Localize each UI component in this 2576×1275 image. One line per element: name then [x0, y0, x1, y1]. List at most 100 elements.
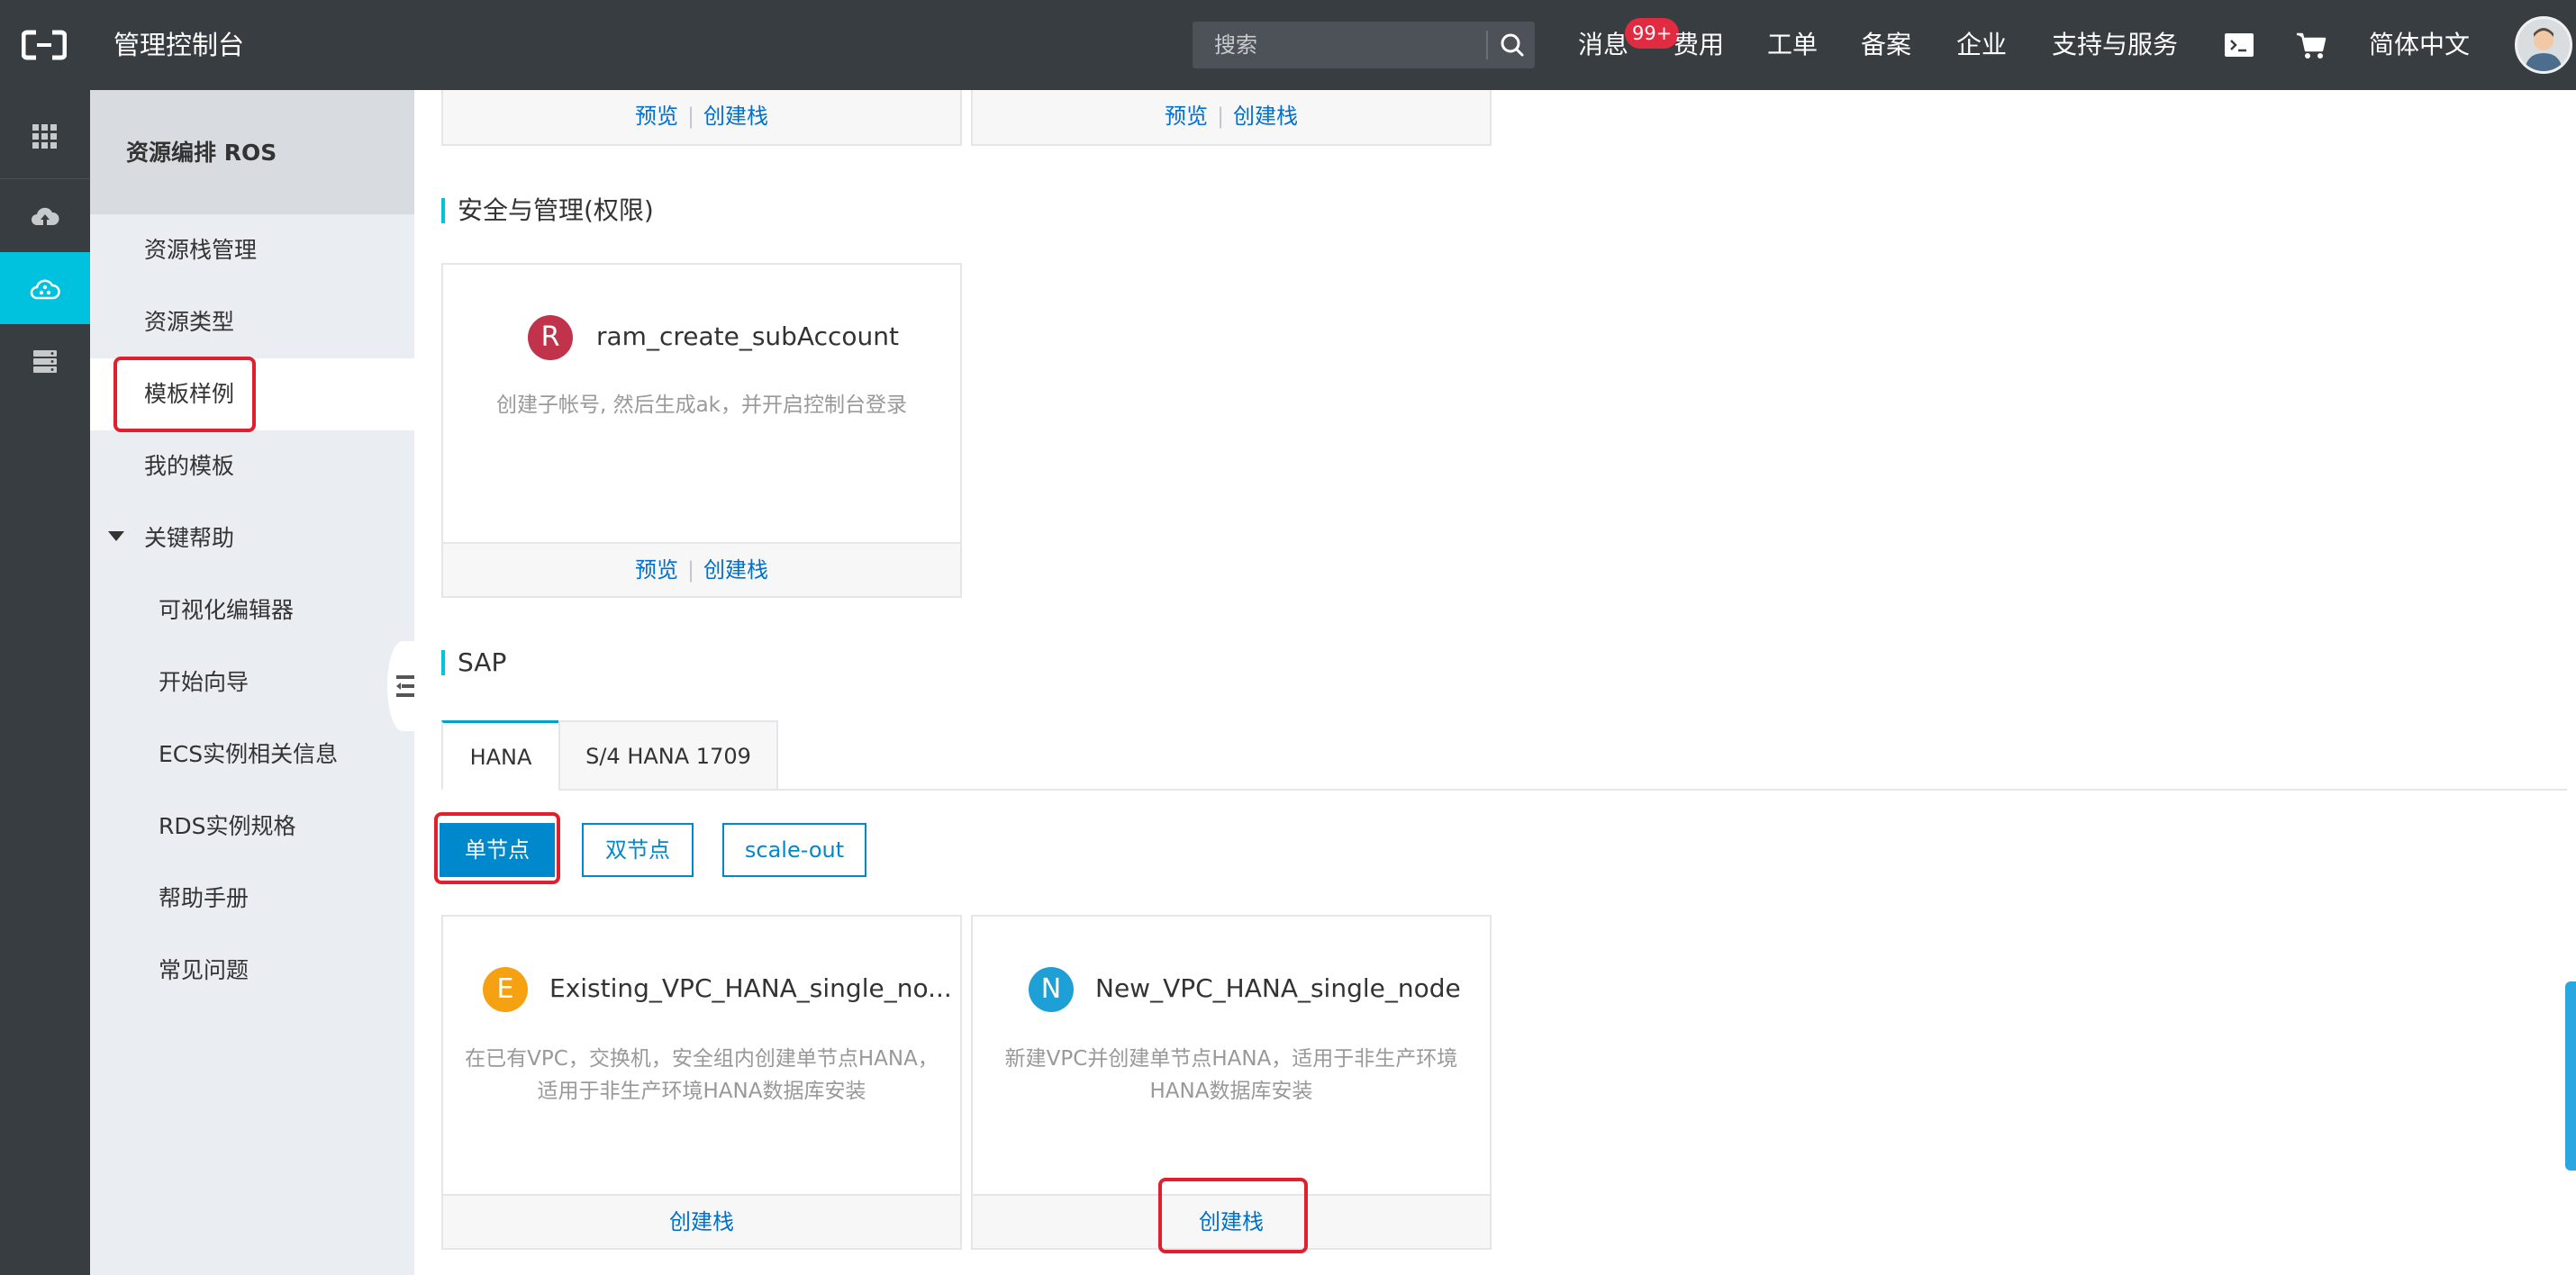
template-card[interactable]: N New_VPC_HANA_single_node 新建VPC并创建单节点HA… [971, 915, 1492, 1250]
template-title: Existing_VPC_HANA_single_no... [549, 973, 952, 1003]
search-button[interactable] [1490, 22, 1535, 68]
sidebar-item-label: 常见问题 [159, 957, 249, 983]
template-card-partial: 预览 | 创建栈 [971, 90, 1492, 146]
grid-icon [32, 124, 57, 149]
template-description-line: 新建VPC并创建单节点HANA，适用于非生产环境 [1004, 1047, 1458, 1071]
template-description: 在已有VPC，交换机，安全组内创建单节点HANA， 适用于非生产环境HANA数据… [452, 1043, 951, 1108]
template-card[interactable]: E Existing_VPC_HANA_single_no... 在已有VPC，… [441, 915, 962, 1250]
aliyun-logo-icon[interactable] [22, 27, 67, 63]
collapse-menu-icon [396, 675, 414, 697]
search-box [1193, 22, 1535, 68]
rail-cloud-upload[interactable] [0, 180, 90, 252]
link-divider: | [686, 557, 695, 583]
sidebar-item-template-samples[interactable]: 模板样例 [90, 358, 414, 430]
sidebar-item-visual-editor[interactable]: 可视化编辑器 [90, 574, 414, 647]
sidebar-item-resource-types[interactable]: 资源类型 [90, 286, 414, 358]
preview-link[interactable]: 预览 [635, 104, 678, 129]
cloud-upload-icon [32, 207, 59, 225]
sidebar-item-label: 可视化编辑器 [159, 597, 295, 623]
sidebar-item-label: 资源栈管理 [144, 237, 258, 263]
cloud-shell-button[interactable] [2221, 27, 2257, 63]
template-title: ram_create_subAccount [596, 321, 899, 351]
template-description-line: 在已有VPC，交换机，安全组内创建单节点HANA， [465, 1047, 939, 1071]
sidebar: 资源编排 ROS 资源栈管理 资源类型 模板样例 我的模板 关键帮助 可视化编辑… [90, 90, 414, 1275]
card-footer: 创建栈 [973, 1194, 1490, 1248]
product-rail [0, 90, 90, 1275]
sidebar-item-getting-started[interactable]: 开始向导 [90, 647, 414, 719]
card-footer: 预览 | 创建栈 [973, 90, 1490, 144]
user-avatar[interactable] [2515, 16, 2572, 74]
cart-button[interactable] [2293, 27, 2329, 63]
template-card-partial: 预览 | 创建栈 [441, 90, 962, 146]
search-divider [1486, 31, 1488, 59]
card-footer: 创建栈 [443, 1194, 960, 1248]
sidebar-item-stack-management[interactable]: 资源栈管理 [90, 214, 414, 286]
rail-ros[interactable] [0, 252, 90, 324]
nav-billing[interactable]: 费用 [1673, 25, 1724, 65]
preview-link[interactable]: 预览 [1165, 104, 1208, 129]
top-bar: 管理控制台 消息 99+ 费用 工单 备案 企业 支持与服务 简体中文 [0, 0, 2576, 90]
nav-support[interactable]: 支持与服务 [2052, 25, 2178, 65]
cart-icon [2297, 32, 2327, 59]
floating-feedback-tab[interactable] [2565, 981, 2576, 1171]
nav-enterprise[interactable]: 企业 [1956, 25, 2007, 65]
server-stack-icon [33, 350, 57, 373]
tab-s4-hana-1709[interactable]: S/4 HANA 1709 [558, 720, 778, 791]
nav-messages[interactable]: 消息 [1578, 25, 1628, 65]
link-divider: | [686, 104, 695, 129]
console-title[interactable]: 管理控制台 [113, 25, 244, 65]
sidebar-item-rds-specs[interactable]: RDS实例规格 [90, 791, 414, 863]
create-stack-link[interactable]: 创建栈 [703, 557, 768, 583]
template-card[interactable]: R ram_create_subAccount 创建子帐号, 然后生成ak，并开… [441, 263, 962, 598]
section-title-sap: SAP [441, 647, 506, 679]
sidebar-item-label: 帮助手册 [159, 885, 249, 911]
sidebar-item-my-templates[interactable]: 我的模板 [90, 430, 414, 502]
filter-scale-out-button[interactable]: scale-out [722, 823, 866, 877]
template-letter-avatar: E [483, 967, 528, 1012]
messages-badge: 99+ [1625, 18, 1680, 49]
rail-database[interactable] [0, 324, 90, 396]
sidebar-item-label: ECS实例相关信息 [159, 741, 339, 767]
template-title: New_VPC_HANA_single_node [1095, 973, 1461, 1003]
create-stack-link[interactable]: 创建栈 [1233, 104, 1298, 129]
sidebar-collapse-handle[interactable] [387, 641, 418, 731]
caret-down-icon [108, 531, 124, 541]
cloud-ros-icon [30, 279, 60, 300]
sidebar-item-help-manual[interactable]: 帮助手册 [90, 863, 414, 935]
sidebar-title: 资源编排 ROS [126, 140, 277, 166]
card-footer: 预览 | 创建栈 [443, 542, 960, 596]
template-description-line: HANA数据库安装 [1149, 1080, 1313, 1103]
template-description: 创建子帐号, 然后生成ak，并开启控制台登录 [495, 393, 908, 417]
sidebar-item-label: RDS实例规格 [159, 813, 296, 839]
preview-link[interactable]: 预览 [635, 557, 678, 583]
avatar-icon [2525, 28, 2562, 71]
search-input[interactable] [1193, 22, 1486, 68]
sidebar-item-faq[interactable]: 常见问题 [90, 935, 414, 1007]
card-footer: 预览 | 创建栈 [443, 90, 960, 144]
terminal-icon [2225, 33, 2254, 57]
filter-single-node-button[interactable]: 单节点 [440, 823, 555, 877]
sidebar-header: 资源编排 ROS [90, 90, 414, 214]
create-stack-link[interactable]: 创建栈 [703, 104, 768, 129]
template-letter-avatar: R [528, 315, 573, 360]
template-description-line: 适用于非生产环境HANA数据库安装 [537, 1080, 866, 1103]
rail-all-products[interactable] [0, 99, 90, 171]
template-description: 新建VPC并创建单节点HANA，适用于非生产环境 HANA数据库安装 [982, 1043, 1481, 1108]
rail-divider [0, 178, 90, 179]
sidebar-item-ecs-info[interactable]: ECS实例相关信息 [90, 719, 414, 791]
nav-tickets[interactable]: 工单 [1767, 25, 1818, 65]
tab-hana[interactable]: HANA [441, 720, 560, 791]
filter-dual-node-button[interactable]: 双节点 [582, 823, 694, 877]
sidebar-group-key-help[interactable]: 关键帮助 [90, 502, 414, 574]
template-letter-avatar: N [1029, 967, 1074, 1012]
nav-filing[interactable]: 备案 [1861, 25, 1911, 65]
create-stack-link[interactable]: 创建栈 [1199, 1209, 1264, 1234]
sidebar-item-label: 资源类型 [144, 309, 235, 335]
sidebar-item-label: 关键帮助 [144, 525, 235, 551]
search-icon [1501, 33, 1524, 57]
language-switch[interactable]: 简体中文 [2369, 25, 2470, 65]
section-title-security: 安全与管理(权限) [441, 194, 654, 227]
sidebar-item-label: 我的模板 [144, 453, 235, 479]
create-stack-link[interactable]: 创建栈 [669, 1209, 734, 1234]
sidebar-item-label: 模板样例 [144, 381, 235, 407]
